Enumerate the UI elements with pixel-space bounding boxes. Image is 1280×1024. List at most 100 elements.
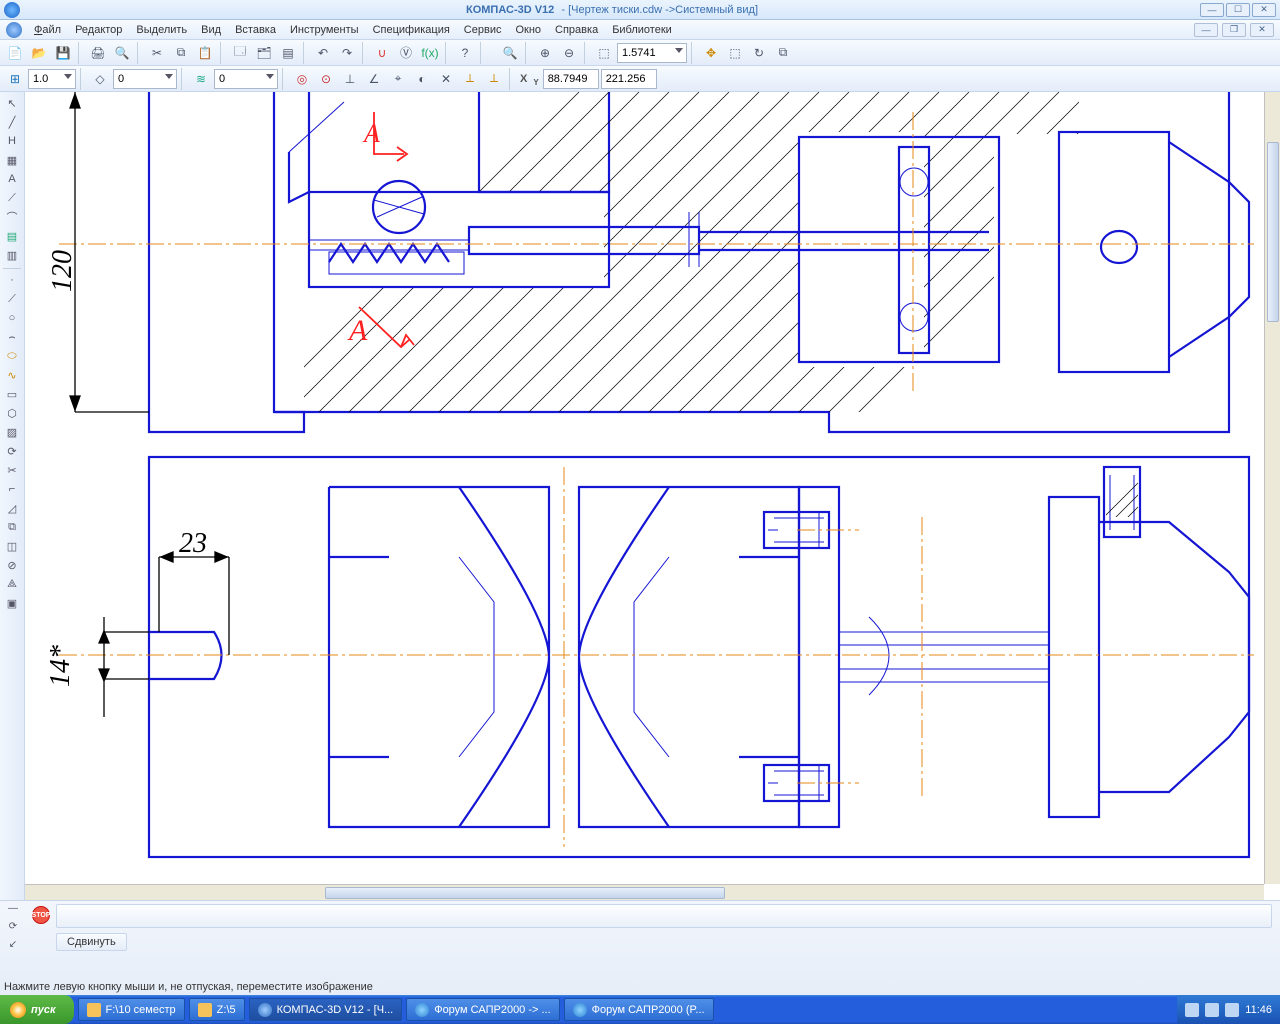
command-bar[interactable] bbox=[56, 904, 1272, 928]
views-button[interactable]: ⧉ bbox=[772, 42, 794, 64]
task-folder-2[interactable]: Z:\5 bbox=[189, 998, 245, 1021]
tool-ellipse[interactable]: ⬭ bbox=[2, 347, 22, 365]
zoom-fit-button[interactable]: 🔍 bbox=[499, 42, 521, 64]
tool-table[interactable]: ▤ bbox=[2, 227, 22, 245]
tray-icon-2[interactable] bbox=[1205, 1003, 1219, 1017]
tool-dim[interactable]: H bbox=[2, 132, 22, 150]
tool-cham[interactable]: ◿ bbox=[2, 499, 22, 517]
task-ie-2[interactable]: Форум САПР2000 (P... bbox=[564, 998, 714, 1021]
layer-combo[interactable]: 0 bbox=[113, 69, 177, 89]
tool-arc[interactable]: ⌒ bbox=[2, 208, 22, 226]
tool-select[interactable]: ↖ bbox=[2, 94, 22, 112]
task-folder-1[interactable]: F:\10 семестр bbox=[78, 998, 185, 1021]
close-button[interactable]: ✕ bbox=[1252, 3, 1276, 17]
snap-4[interactable]: ∠ bbox=[363, 68, 385, 90]
help-button[interactable]: ? bbox=[454, 42, 476, 64]
tool-hlp2[interactable]: ⊘ bbox=[2, 556, 22, 574]
menu-libs[interactable]: Библиотеки bbox=[606, 22, 678, 38]
snap-9[interactable]: ⟂ bbox=[483, 68, 505, 90]
v-scroll-thumb[interactable] bbox=[1267, 142, 1279, 322]
tree-button[interactable]: 🗂 bbox=[253, 42, 275, 64]
thickness-combo[interactable]: 1.0 bbox=[28, 69, 76, 89]
cut-button[interactable]: ✂ bbox=[146, 42, 168, 64]
canvas[interactable]: 120 А А bbox=[25, 92, 1280, 900]
menu-service[interactable]: Сервис bbox=[458, 22, 508, 38]
zoom-in-button[interactable]: ⊕ bbox=[534, 42, 556, 64]
panel-icon-3[interactable]: ↙ bbox=[4, 939, 22, 955]
system-tray[interactable]: 11:46 bbox=[1177, 995, 1280, 1024]
pan-button[interactable]: ✥ bbox=[700, 42, 722, 64]
snap-5[interactable]: ⌖ bbox=[387, 68, 409, 90]
menu-file[interactable]: Файл bbox=[28, 22, 67, 38]
tool-circle[interactable]: ○ bbox=[2, 309, 22, 327]
tool-hlp3[interactable]: ⟁ bbox=[2, 575, 22, 593]
panel-icon-2[interactable]: ⟳ bbox=[4, 921, 22, 937]
fx-button[interactable]: f(x) bbox=[419, 42, 441, 64]
menu-edit[interactable]: Редактор bbox=[69, 22, 128, 38]
print-button[interactable]: 🖨 bbox=[87, 42, 109, 64]
vars-button[interactable]: Ⓥ bbox=[395, 42, 417, 64]
minimize-button[interactable]: — bbox=[1200, 3, 1224, 17]
zoom-out-button[interactable]: ⊖ bbox=[558, 42, 580, 64]
layer-icon[interactable]: ◇ bbox=[89, 68, 111, 90]
snap-1[interactable]: ◎ bbox=[291, 68, 313, 90]
preview-button[interactable]: 🔍 bbox=[111, 42, 133, 64]
layers-button[interactable]: ▤ bbox=[277, 42, 299, 64]
mdi-minimize[interactable]: — bbox=[1194, 23, 1218, 37]
menu-help[interactable]: Справка bbox=[549, 22, 604, 38]
zoom-window-button[interactable]: ⬚ bbox=[593, 42, 615, 64]
tool-rect[interactable]: ▭ bbox=[2, 385, 22, 403]
tool-hlp4[interactable]: ▣ bbox=[2, 594, 22, 612]
save-button[interactable]: 💾 bbox=[52, 42, 74, 64]
coord-y[interactable]: 221.256 bbox=[601, 69, 657, 89]
task-kompas[interactable]: КОМПАС-3D V12 - [Ч... bbox=[249, 998, 403, 1021]
redo-button[interactable]: ↷ bbox=[336, 42, 358, 64]
tool-axis[interactable]: ⟋ bbox=[2, 189, 22, 207]
menu-view[interactable]: Вид bbox=[195, 22, 227, 38]
tool-line[interactable]: ╱ bbox=[2, 113, 22, 131]
tool-text[interactable]: A bbox=[2, 170, 22, 188]
tool-poly[interactable]: ⬡ bbox=[2, 404, 22, 422]
vertical-scrollbar[interactable] bbox=[1264, 92, 1280, 884]
panel-tab[interactable]: Сдвинуть bbox=[56, 933, 127, 951]
redraw-button[interactable]: ↻ bbox=[748, 42, 770, 64]
menu-insert[interactable]: Вставка bbox=[229, 22, 282, 38]
tool-seg[interactable]: ⟋ bbox=[2, 290, 22, 308]
tool-rough[interactable]: ▥ bbox=[2, 246, 22, 264]
snap-7[interactable]: ✕ bbox=[435, 68, 457, 90]
tool-fillet[interactable]: ⌐ bbox=[2, 480, 22, 498]
open-button[interactable]: 📂 bbox=[28, 42, 50, 64]
paste-button[interactable]: 📋 bbox=[194, 42, 216, 64]
menu-select[interactable]: Выделить bbox=[130, 22, 193, 38]
tool-hlp1[interactable]: ◫ bbox=[2, 537, 22, 555]
stop-button[interactable]: STOP bbox=[32, 906, 50, 924]
maximize-button[interactable]: ☐ bbox=[1226, 3, 1250, 17]
tool-spline[interactable]: ∿ bbox=[2, 366, 22, 384]
coord-x[interactable]: 88.7949 bbox=[543, 69, 599, 89]
tray-icon-1[interactable] bbox=[1185, 1003, 1199, 1017]
mdi-close[interactable]: ✕ bbox=[1250, 23, 1274, 37]
mdi-restore[interactable]: ❐ bbox=[1222, 23, 1246, 37]
style-icon[interactable]: ≋ bbox=[190, 68, 212, 90]
menu-window[interactable]: Окно bbox=[509, 22, 547, 38]
copy-button[interactable]: ⧉ bbox=[170, 42, 192, 64]
line-style-button[interactable]: ⊞ bbox=[4, 68, 26, 90]
style-combo[interactable]: 0 bbox=[214, 69, 278, 89]
tool-arc2[interactable]: ⌢ bbox=[2, 328, 22, 346]
menu-tools[interactable]: Инструменты bbox=[284, 22, 365, 38]
tool-cont[interactable]: ⟳ bbox=[2, 442, 22, 460]
props-button[interactable]: 🗔 bbox=[229, 42, 251, 64]
new-button[interactable]: 📄 bbox=[4, 42, 26, 64]
snap-8[interactable]: ⟂ bbox=[459, 68, 481, 90]
view-all-button[interactable]: ⬚ bbox=[724, 42, 746, 64]
tray-icon-3[interactable] bbox=[1225, 1003, 1239, 1017]
zoom-combo[interactable]: 1.5741 bbox=[617, 43, 687, 63]
tool-copy[interactable]: ⧉ bbox=[2, 518, 22, 536]
undo-button[interactable]: ↶ bbox=[312, 42, 334, 64]
snap-3[interactable]: ⊥ bbox=[339, 68, 361, 90]
horizontal-scrollbar[interactable] bbox=[25, 884, 1264, 900]
tool-hatch[interactable]: ▦ bbox=[2, 151, 22, 169]
panel-icon-1[interactable]: — bbox=[4, 903, 22, 919]
h-scroll-thumb[interactable] bbox=[325, 887, 725, 899]
magnet-button[interactable]: ∪ bbox=[371, 42, 393, 64]
